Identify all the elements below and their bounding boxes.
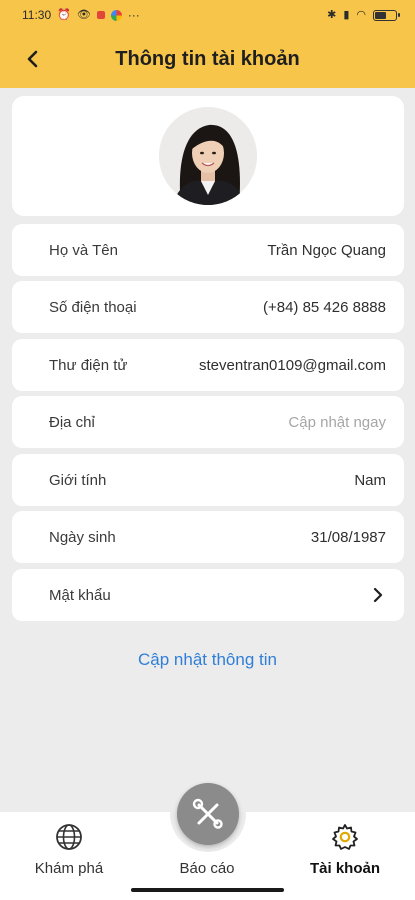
birthday-value: 31/08/1987 — [310, 528, 386, 546]
chevron-right-icon — [370, 587, 386, 603]
alarm-icon: ⏰ — [57, 8, 71, 21]
nav-account[interactable]: Tài khoản — [290, 822, 400, 882]
bluetooth-icon: ✱ — [327, 8, 337, 21]
back-button[interactable] — [18, 44, 48, 74]
phone-label: Số điện thoại — [49, 298, 137, 316]
signal-icon: ▮ — [343, 8, 350, 21]
email-value: steventran0109@gmail.com — [199, 356, 386, 374]
eye-icon: 👁 — [76, 8, 91, 21]
row-full-name[interactable]: Họ và Tên Trần Ngọc Quang — [12, 224, 404, 276]
avatar[interactable] — [159, 107, 257, 205]
home-indicator — [131, 888, 284, 892]
arrow-left-icon — [27, 50, 38, 68]
battery-icon — [373, 9, 400, 21]
user-photo — [159, 107, 257, 205]
gear-icon — [330, 822, 360, 852]
status-bar: 11:30 ⏰ 👁 ··· ✱ ▮ ◠ — [0, 0, 415, 30]
avatar-card — [12, 96, 404, 216]
tools-icon — [192, 798, 223, 829]
wifi-icon: ◠ — [356, 8, 366, 21]
app-header: Thông tin tài khoản — [0, 30, 415, 88]
chrome-icon — [110, 9, 122, 21]
row-password[interactable]: Mật khẩu — [12, 569, 404, 621]
update-info-link[interactable]: Cập nhật thông tin — [0, 650, 415, 670]
notification-app-icon — [96, 11, 105, 19]
report-fab-button[interactable] — [177, 783, 239, 845]
globe-icon — [54, 822, 84, 852]
password-label: Mật khẩu — [49, 586, 111, 604]
page-title: Thông tin tài khoản — [115, 47, 300, 70]
row-email[interactable]: Thư điện tử steventran0109@gmail.com — [12, 339, 404, 391]
row-gender[interactable]: Giới tính Nam — [12, 454, 404, 506]
full-name-value: Trần Ngọc Quang — [267, 241, 386, 259]
nav-report-label: Báo cáo — [179, 860, 235, 877]
email-label: Thư điện tử — [49, 356, 128, 374]
row-birthday[interactable]: Ngày sinh 31/08/1987 — [12, 511, 404, 563]
address-label: Địa chỉ — [49, 413, 95, 431]
status-right: ✱ ▮ ◠ — [327, 8, 400, 21]
phone-value: (+84) 85 426 8888 — [262, 298, 386, 316]
full-name-label: Họ và Tên — [49, 241, 118, 259]
nav-account-label: Tài khoản — [309, 860, 380, 877]
more-notifications: ··· — [127, 8, 140, 22]
birthday-label: Ngày sinh — [49, 528, 116, 546]
status-time: 11:30 — [22, 8, 52, 22]
address-value: Cập nhật ngay — [288, 413, 386, 431]
status-left: 11:30 ⏰ 👁 ··· — [22, 8, 140, 22]
row-phone[interactable]: Số điện thoại (+84) 85 426 8888 — [12, 281, 404, 333]
battery-fill — [375, 11, 387, 19]
gender-value: Nam — [354, 471, 386, 489]
nav-explore-label: Khám phá — [34, 860, 104, 877]
gender-label: Giới tính — [49, 471, 107, 489]
nav-explore[interactable]: Khám phá — [14, 822, 124, 882]
row-address[interactable]: Địa chỉ Cập nhật ngay — [12, 396, 404, 448]
